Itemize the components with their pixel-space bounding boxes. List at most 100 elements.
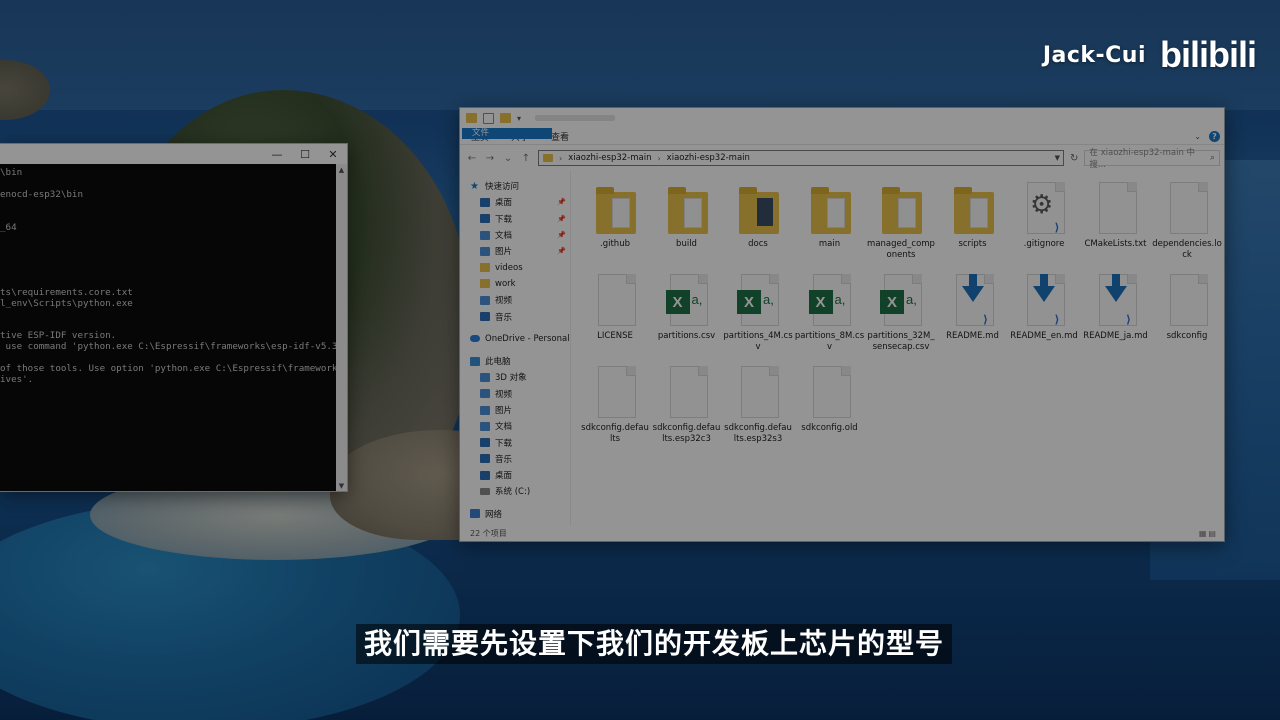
file-item[interactable]: sdkconfig — [1152, 270, 1222, 342]
nav-item[interactable]: 网络 — [460, 506, 570, 522]
pin-icon[interactable]: 📌 — [557, 231, 566, 239]
file-name: LICENSE — [597, 331, 633, 341]
console-window[interactable]: — ☐ ✕ \bin enocd-esp32\bin _64 ts\requir… — [0, 143, 348, 492]
nav-item[interactable]: 3D 对象 — [460, 369, 570, 385]
breadcrumb-segment[interactable]: xiaozhi-esp32-main — [667, 153, 750, 163]
file-item[interactable]: dependencies.lock — [1152, 178, 1222, 261]
console-scrollbar[interactable]: ▲ ▼ — [336, 164, 347, 491]
nav-item-label: 桌面 — [495, 198, 513, 209]
file-item[interactable]: ⚙ ⟩ .gitignore — [1009, 178, 1079, 250]
search-icon[interactable]: ⌕ — [1210, 153, 1215, 163]
pin-icon[interactable]: 📌 — [557, 247, 566, 255]
nav-item[interactable]: videos — [460, 259, 570, 275]
nav-item[interactable]: 文档 — [460, 418, 570, 434]
file-item[interactable]: build — [652, 178, 722, 250]
tab-file[interactable]: 文件 — [462, 128, 552, 139]
chevron-right-icon[interactable]: › — [657, 154, 660, 163]
file-item[interactable]: ⟩ README_ja.md — [1081, 270, 1151, 342]
file-item[interactable]: sdkconfig.defaults.esp32c3 — [652, 362, 722, 445]
new-folder-icon[interactable] — [500, 113, 511, 123]
nav-item[interactable]: 系统 (C:) — [460, 483, 570, 499]
expand-ribbon-icon[interactable]: ⌄ — [1194, 132, 1201, 141]
nav-item[interactable]: 音乐 — [460, 308, 570, 324]
file-item[interactable]: CMakeLists.txt — [1081, 178, 1151, 250]
file-item[interactable]: Xa, partitions.csv — [652, 270, 722, 342]
nav-item-label: 下载 — [495, 214, 513, 225]
file-item[interactable]: managed_components — [866, 178, 936, 261]
close-button[interactable]: ✕ — [319, 144, 347, 164]
nav-item[interactable]: 下载 — [460, 434, 570, 450]
nav-item[interactable]: 视频 — [460, 292, 570, 308]
file-item[interactable]: sdkconfig.defaults.esp32s3 — [723, 362, 793, 445]
nav-item[interactable]: 视频 — [460, 386, 570, 402]
back-button[interactable]: ← — [466, 153, 478, 164]
address-bar[interactable]: › xiaozhi-esp32-main › xiaozhi-esp32-mai… — [538, 150, 1064, 166]
nav-item-label: 图片 — [495, 247, 513, 258]
breadcrumb-segment[interactable]: xiaozhi-esp32-main — [568, 153, 651, 163]
file-item[interactable]: ⟩ README_en.md — [1009, 270, 1079, 342]
nav-item-label: 网络 — [485, 509, 503, 520]
scroll-up-icon[interactable]: ▲ — [336, 164, 347, 175]
file-item[interactable]: scripts — [938, 178, 1008, 250]
nav-item-label: 桌面 — [495, 471, 513, 482]
up-button[interactable]: ↑ — [520, 153, 532, 164]
search-placeholder: 在 xiaozhi-esp32-main 中搜... — [1089, 148, 1196, 170]
forward-button[interactable]: → — [484, 153, 496, 164]
file-icon — [807, 362, 853, 420]
maximize-button[interactable]: ☐ — [291, 144, 319, 164]
pin-icon[interactable]: 📌 — [557, 215, 566, 223]
chevron-down-icon[interactable]: ▾ — [517, 114, 521, 123]
file-name: partitions.csv — [657, 331, 716, 341]
documents-icon — [480, 230, 490, 240]
scroll-down-icon[interactable]: ▼ — [336, 480, 347, 491]
file-item[interactable]: Xa, partitions_8M.csv — [795, 270, 865, 353]
file-name: README_en.md — [1010, 331, 1078, 341]
ribbon-tabs: 文件 主页 共享 查看 ⌄ ? — [460, 128, 1224, 145]
properties-icon[interactable] — [483, 112, 494, 124]
file-list[interactable]: .github build docs main managed_components sc… — [571, 170, 1224, 526]
recent-locations-button[interactable]: ⌄ — [502, 153, 514, 164]
console-titlebar[interactable]: — ☐ ✕ — [0, 144, 347, 164]
file-item[interactable]: main — [795, 178, 865, 250]
file-item[interactable]: LICENSE — [580, 270, 650, 342]
nav-item[interactable]: 此电脑 — [460, 353, 570, 369]
file-item[interactable]: docs — [723, 178, 793, 250]
file-item[interactable]: Xa, partitions_4M.csv — [723, 270, 793, 353]
nav-item[interactable]: 图片 📌 — [460, 243, 570, 259]
file-name: partitions_8M.csv — [794, 331, 865, 352]
navigation-pane[interactable]: ★ 快速访问 桌面 📌 下载 📌 文档 📌 图片 📌 videos work 视频 音乐 OneDrive … — [460, 170, 571, 526]
file-item[interactable]: sdkconfig.old — [795, 362, 865, 434]
excel-file-icon: Xa, — [735, 270, 781, 328]
chevron-down-icon[interactable]: ▼ — [1055, 154, 1060, 162]
nav-item[interactable]: 音乐 — [460, 451, 570, 467]
nav-item[interactable]: 图片 — [460, 402, 570, 418]
nav-item[interactable]: OneDrive - Personal — [460, 331, 570, 347]
nav-item[interactable]: 桌面 — [460, 467, 570, 483]
file-item[interactable]: .github — [580, 178, 650, 250]
explorer-titlebar[interactable]: ▾ — [460, 108, 1224, 128]
nav-item[interactable]: ★ 快速访问 — [460, 178, 570, 194]
file-item[interactable]: ⟩ README.md — [938, 270, 1008, 342]
folder-icon — [950, 178, 996, 236]
file-item[interactable]: sdkconfig.defaults — [580, 362, 650, 445]
nav-item-label: videos — [495, 262, 523, 273]
help-button[interactable]: ? — [1209, 130, 1220, 142]
nav-item[interactable]: 下载 📌 — [460, 211, 570, 227]
pin-icon[interactable]: 📌 — [557, 198, 566, 206]
file-name: build — [676, 239, 697, 249]
search-input[interactable]: 在 xiaozhi-esp32-main 中搜... ⌕ — [1084, 148, 1220, 170]
nav-item[interactable]: 桌面 📌 — [460, 194, 570, 210]
console-line: ives'. — [0, 374, 34, 385]
minimize-button[interactable]: — — [263, 144, 291, 164]
nav-item-label: 视频 — [495, 296, 513, 307]
nav-item[interactable]: work — [460, 276, 570, 292]
refresh-button[interactable]: ↻ — [1070, 153, 1078, 164]
nav-item[interactable]: 文档 📌 — [460, 227, 570, 243]
console-output[interactable]: \bin enocd-esp32\bin _64 ts\requirements… — [0, 164, 336, 491]
view-toggle-icon[interactable]: ▦▤ — [1199, 529, 1218, 538]
nav-item-label: 此电脑 — [485, 357, 511, 368]
console-line: ts\requirements.core.txt — [0, 287, 133, 298]
file-item[interactable]: Xa, partitions_32M_sensecap.csv — [866, 270, 936, 353]
file-explorer-window[interactable]: ▾ 文件 主页 共享 查看 ⌄ ? ← → ⌄ ↑ › xiaozhi-esp3… — [459, 107, 1225, 542]
chevron-right-icon[interactable]: › — [559, 154, 562, 163]
